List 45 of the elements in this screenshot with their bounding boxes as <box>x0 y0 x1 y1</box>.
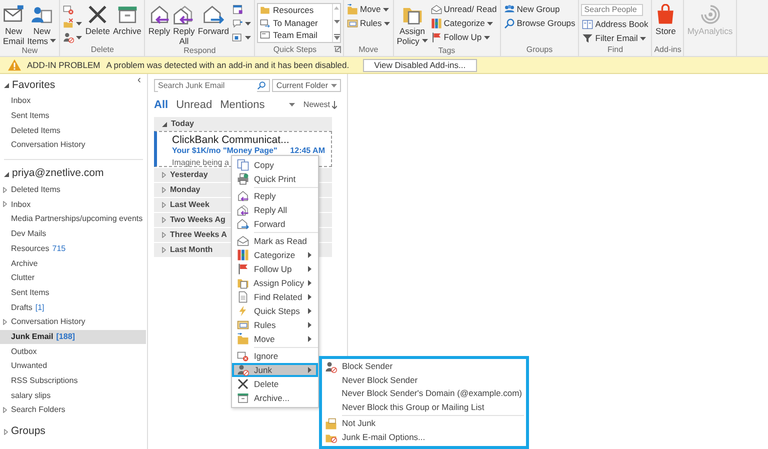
unread-count: [1] <box>35 302 44 314</box>
folder-name: Conversation History <box>11 139 86 152</box>
folder-name: Conversation History <box>11 316 86 328</box>
folder-name: salary slips <box>11 390 51 402</box>
date-group-label: Last Week <box>170 199 210 211</box>
ribbon-group-label: New <box>22 46 38 56</box>
date-group-label: Last Month <box>170 244 213 256</box>
folder-name: RSS Subscriptions <box>11 375 78 388</box>
folder-name: Search Folders <box>11 404 66 416</box>
ribbon-group-label: Quick Steps <box>273 45 317 56</box>
ribbon-group-label: Tags <box>438 46 456 56</box>
folder-name: Clutter <box>11 272 35 284</box>
folder-name: Inbox <box>11 198 31 211</box>
message-preview: Imagine being a <box>172 158 229 168</box>
infobar-message: A problem was detected with an add-in and it has been disabled. <box>106 58 350 72</box>
message-sender: ClickBank Communicat... <box>172 134 290 146</box>
message-time: 12:45 AM <box>290 146 325 156</box>
folder-name: Media Partnerships/upcoming events <box>11 213 143 226</box>
folder-name: Deleted Items <box>11 124 60 137</box>
folder-name: Sent Items <box>11 286 50 299</box>
ribbon-group-label: Respond <box>184 46 216 56</box>
folder-name: Resources <box>11 242 50 255</box>
folder-name: Sent Items <box>11 110 50 122</box>
infobar-title: ADD-IN PROBLEM <box>27 58 100 72</box>
date-group-label: Three Weeks A <box>170 229 227 241</box>
date-group-label: Monday <box>170 184 200 196</box>
date-group-label: Two Weeks Ag <box>170 214 226 226</box>
folder-name: Junk Email <box>11 330 54 343</box>
folder-name: Dev Mails <box>11 228 46 240</box>
folder-name: Drafts <box>11 302 32 314</box>
unread-count: [188] <box>56 330 75 343</box>
folder-name: Inbox <box>11 95 31 108</box>
message-subject: Your $1K/mo "Money Page" <box>172 146 278 156</box>
ribbon-group-label: Delete <box>90 45 114 56</box>
ribbon-group-label: Find <box>607 45 624 56</box>
unread-count: 715 <box>52 242 66 255</box>
ribbon-group-label: Groups <box>526 45 553 56</box>
ribbon-group-label: Move <box>358 45 378 56</box>
date-group-label: Today <box>171 118 194 130</box>
folder-name: Deleted Items <box>11 184 60 196</box>
folder-name: Unwanted <box>11 360 48 372</box>
folder-name: Outbox <box>11 346 37 358</box>
ribbon-group-label: Add-ins <box>654 45 682 56</box>
date-group-label: Yesterday <box>170 169 208 181</box>
folder-name: Archive <box>11 258 38 270</box>
